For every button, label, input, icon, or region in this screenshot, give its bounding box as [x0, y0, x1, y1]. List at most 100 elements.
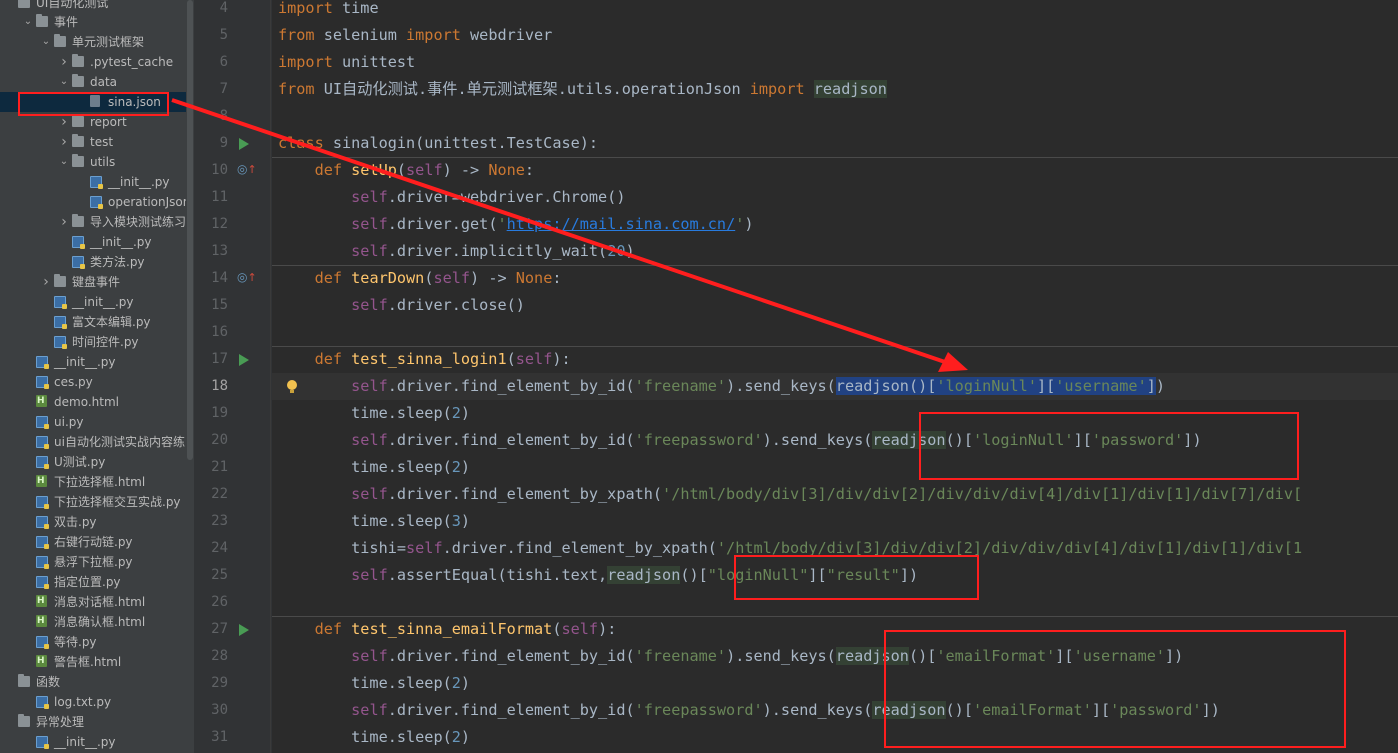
- code-token: def: [278, 350, 352, 368]
- tree-file[interactable]: 右键行动链.py: [0, 532, 194, 552]
- tree-file[interactable]: 类方法.py: [0, 252, 194, 272]
- chevron-right-icon[interactable]: ›: [40, 272, 52, 292]
- tree-file[interactable]: ui自动化测试实战内容练习.py: [0, 432, 194, 452]
- code-text: def test_sinna_login1(self):: [278, 346, 571, 373]
- code-line[interactable]: import time: [272, 0, 1398, 22]
- py-icon: [36, 556, 49, 569]
- tree-file[interactable]: log.txt.py: [0, 692, 194, 712]
- tree-file[interactable]: ui.py: [0, 412, 194, 432]
- code-line[interactable]: def test_sinna_login1(self):: [272, 346, 1398, 373]
- tree-file[interactable]: 时间控件.py: [0, 332, 194, 352]
- tree-file[interactable]: 下拉选择框.html: [0, 471, 194, 492]
- chevron-right-icon[interactable]: ›: [58, 132, 70, 152]
- run-icon[interactable]: [239, 624, 249, 636]
- code-line[interactable]: import unittest: [272, 49, 1398, 76]
- tree-file[interactable]: U测试.py: [0, 452, 194, 472]
- tree-folder[interactable]: ⌄ 事件: [0, 12, 194, 32]
- line-number: 26: [211, 594, 228, 610]
- annotation-box-emailformat: [884, 630, 1346, 748]
- code-line[interactable]: self.driver.get('https://mail.sina.com.c…: [272, 211, 1398, 238]
- line-number: 15: [211, 297, 228, 313]
- code-line[interactable]: [272, 319, 1398, 346]
- chevron-right-icon[interactable]: ›: [58, 212, 70, 232]
- tree-folder[interactable]: › test: [0, 132, 194, 152]
- line-number: 29: [211, 675, 228, 691]
- tree-file[interactable]: __init__.py: [0, 732, 194, 752]
- tree-item-label: __init__.py: [90, 235, 152, 249]
- tree-file[interactable]: 警告框.html: [0, 651, 194, 672]
- override-icon[interactable]: ◎↑: [237, 162, 257, 176]
- tree-folder[interactable]: › 键盘事件: [0, 272, 194, 292]
- code-line[interactable]: def setUp(self) -> None:: [272, 157, 1398, 184]
- tree-file[interactable]: 指定位置.py: [0, 572, 194, 592]
- code-line[interactable]: time.sleep(3): [272, 508, 1398, 535]
- run-icon[interactable]: [239, 138, 249, 150]
- tree-file[interactable]: 双击.py: [0, 512, 194, 532]
- tree-file[interactable]: 等待.py: [0, 632, 194, 652]
- code-line[interactable]: def tearDown(self) -> None:: [272, 265, 1398, 292]
- code-token: import: [278, 53, 343, 71]
- code-token: selenium: [323, 26, 407, 44]
- tree-folder[interactable]: 函数: [0, 672, 194, 692]
- tree-folder[interactable]: › 导入模块测试练习: [0, 212, 194, 232]
- code-line[interactable]: from UI自动化测试.事件.单元测试框架.utils.operationJs…: [272, 76, 1398, 103]
- code-line[interactable]: class sinalogin(unittest.TestCase):: [272, 130, 1398, 157]
- tree-file[interactable]: 消息确认框.html: [0, 611, 194, 632]
- chevron-right-icon[interactable]: ›: [58, 52, 70, 72]
- py-icon: [36, 576, 49, 589]
- tree-file[interactable]: 悬浮下拉框.py: [0, 552, 194, 572]
- project-tree-scrollbar[interactable]: [186, 0, 194, 753]
- tree-folder[interactable]: ⌄ 单元测试框架: [0, 32, 194, 52]
- chevron-down-icon[interactable]: ⌄: [40, 32, 52, 52]
- code-line[interactable]: [272, 103, 1398, 130]
- code-line[interactable]: self.driver=webdriver.Chrome(): [272, 184, 1398, 211]
- line-number: 13: [211, 243, 228, 259]
- tree-item-label: 警告框.html: [54, 655, 122, 669]
- code-line[interactable]: self.driver.implicitly_wait(20): [272, 238, 1398, 265]
- code-token: self: [351, 485, 388, 503]
- tree-item-label: operationJson.py: [108, 195, 194, 209]
- code-token: '/html/body/div[3]/div/div[2]/div/div/di…: [662, 485, 1303, 503]
- tree-folder[interactable]: ⌄ utils: [0, 152, 194, 172]
- chevron-down-icon[interactable]: ⌄: [58, 152, 70, 172]
- tree-file[interactable]: operationJson.py: [0, 192, 194, 212]
- code-text: time.sleep(2): [278, 454, 470, 481]
- chevron-down-icon[interactable]: ⌄: [22, 12, 34, 32]
- py-icon: [90, 196, 103, 209]
- annotation-box-result: [734, 555, 979, 600]
- chevron-down-icon[interactable]: ⌄: [58, 72, 70, 92]
- code-token: 2: [451, 674, 461, 692]
- code-line[interactable]: self.driver.find_element_by_xpath('/html…: [272, 481, 1398, 508]
- code-token: ][: [1036, 377, 1056, 395]
- override-icon[interactable]: ◎↑: [237, 270, 257, 284]
- tree-item-label: test: [90, 135, 114, 149]
- tree-file[interactable]: ces.py: [0, 372, 194, 392]
- code-line[interactable]: from selenium import webdriver: [272, 22, 1398, 49]
- code-line[interactable]: self.driver.close(): [272, 292, 1398, 319]
- run-icon[interactable]: [239, 354, 249, 366]
- code-line[interactable]: self.driver.find_element_by_id('freename…: [272, 373, 1398, 400]
- code-token: ): [460, 674, 471, 692]
- tree-folder[interactable]: › .pytest_cache: [0, 52, 194, 72]
- lightbulb-icon[interactable]: [287, 380, 297, 393]
- tree-folder[interactable]: 异常处理: [0, 712, 194, 732]
- tree-file[interactable]: __init__.py: [0, 352, 194, 372]
- tree-file[interactable]: 消息对话框.html: [0, 591, 194, 612]
- line-number: 30: [211, 702, 228, 718]
- tree-file[interactable]: __init__.py: [0, 232, 194, 252]
- tree-file[interactable]: __init__.py: [0, 172, 194, 192]
- tree-file[interactable]: 下拉选择框交互实战.py: [0, 492, 194, 512]
- code-token: ): [625, 242, 635, 260]
- tree-file[interactable]: 富文本编辑.py: [0, 312, 194, 332]
- tree-file[interactable]: demo.html: [0, 391, 194, 412]
- code-text: self.driver.find_element_by_xpath('/html…: [278, 481, 1302, 508]
- scrollbar-thumb[interactable]: [187, 0, 193, 460]
- tree-file[interactable]: __init__.py: [0, 292, 194, 312]
- folder-icon: [72, 214, 84, 227]
- code-text: def tearDown(self) -> None:: [278, 265, 562, 292]
- tree-folder[interactable]: ⌄ data: [0, 72, 194, 92]
- code-token: ': [497, 215, 507, 233]
